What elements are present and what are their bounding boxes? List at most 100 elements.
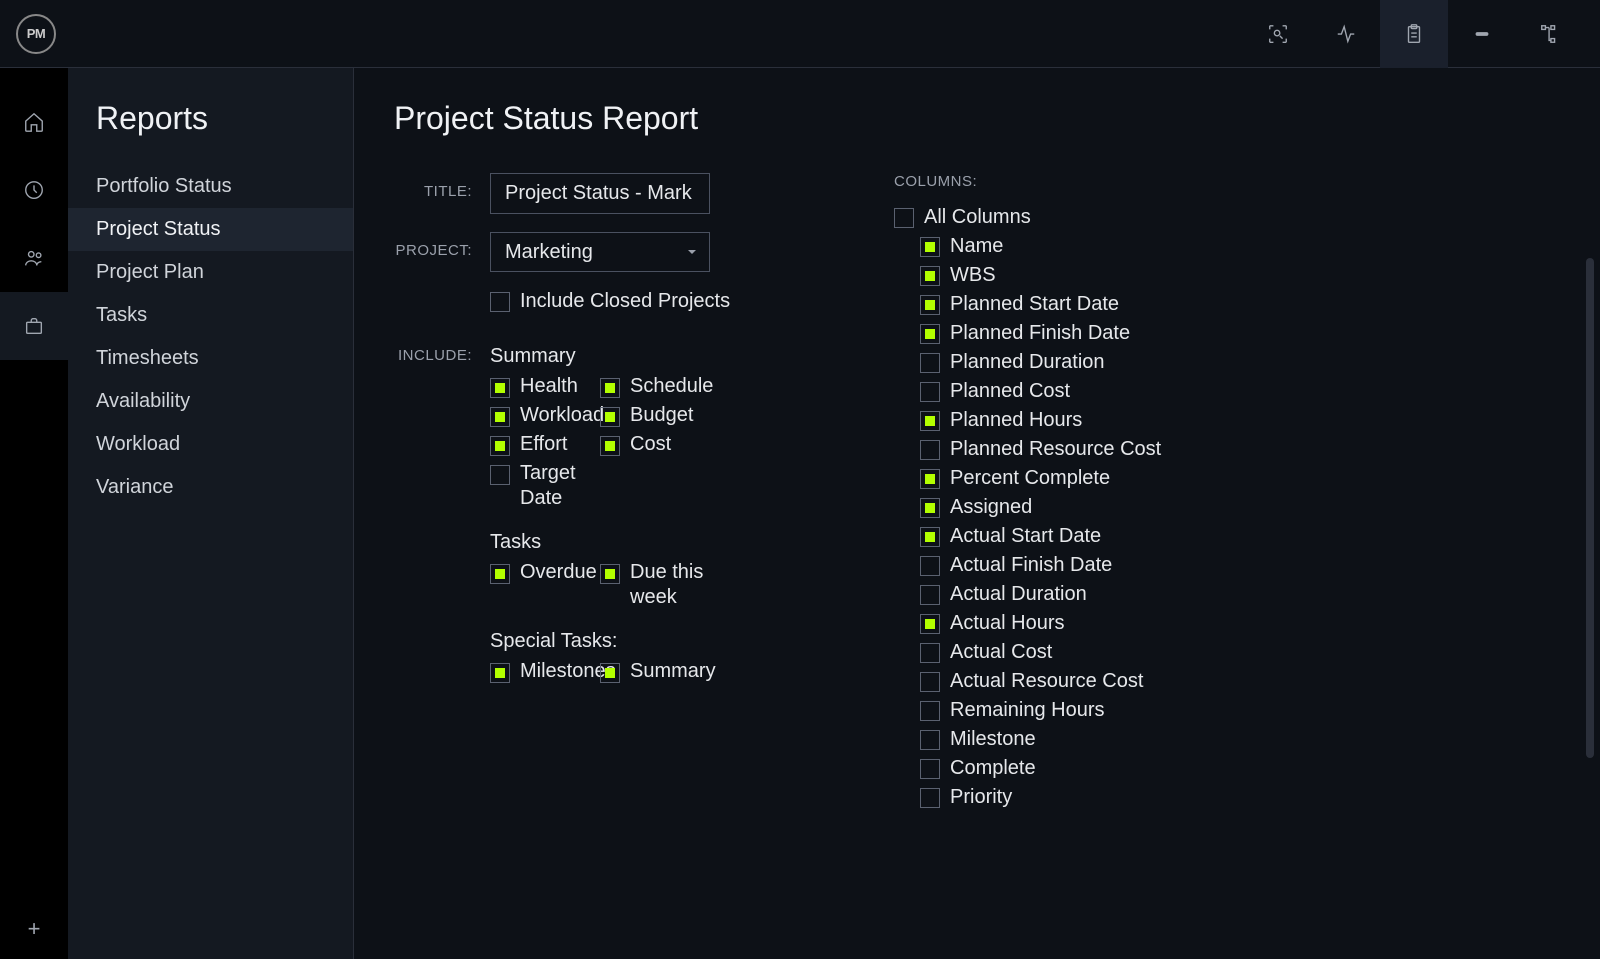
column-row[interactable]: Planned Start Date (894, 293, 1560, 316)
sidebar-item[interactable]: Project Status (68, 208, 353, 251)
column-checkbox[interactable] (920, 266, 940, 286)
column-checkbox[interactable] (920, 498, 940, 518)
column-row[interactable]: Planned Duration (894, 351, 1560, 374)
column-row[interactable]: Actual Resource Cost (894, 670, 1560, 693)
column-label: Name (950, 235, 1003, 258)
sidebar-item[interactable]: Workload (68, 423, 353, 466)
column-checkbox[interactable] (920, 672, 940, 692)
column-checkbox[interactable] (920, 469, 940, 489)
column-label: Percent Complete (950, 467, 1110, 490)
column-checkbox[interactable] (920, 643, 940, 663)
special-item-row[interactable]: Summary (600, 659, 710, 684)
sidebar-item[interactable]: Portfolio Status (68, 165, 353, 208)
clipboard-icon[interactable] (1380, 0, 1448, 68)
summary-item-row[interactable]: Effort (490, 432, 600, 457)
project-select[interactable]: Marketing (490, 232, 710, 272)
search-zoom-icon[interactable] (1244, 0, 1312, 68)
column-checkbox[interactable] (920, 701, 940, 721)
column-row[interactable]: Actual Hours (894, 612, 1560, 635)
people-icon[interactable] (0, 224, 68, 292)
summary-item-checkbox[interactable] (490, 378, 510, 398)
column-checkbox[interactable] (920, 324, 940, 344)
sidebar-item[interactable]: Timesheets (68, 337, 353, 380)
column-row[interactable]: WBS (894, 264, 1560, 287)
summary-item-row[interactable]: Schedule (600, 374, 710, 399)
column-row[interactable]: Actual Cost (894, 641, 1560, 664)
column-checkbox[interactable] (920, 585, 940, 605)
summary-item-row[interactable]: Workload (490, 403, 600, 428)
special-item-row[interactable]: Milestones (490, 659, 600, 684)
include-closed-row[interactable]: Include Closed Projects (490, 290, 874, 313)
column-checkbox[interactable] (920, 788, 940, 808)
sidebar-item[interactable]: Variance (68, 466, 353, 509)
briefcase-icon[interactable] (0, 292, 68, 360)
column-checkbox[interactable] (920, 237, 940, 257)
all-columns-checkbox[interactable] (894, 208, 914, 228)
summary-item-row[interactable]: Budget (600, 403, 710, 428)
sidebar-item[interactable]: Availability (68, 380, 353, 423)
tasks-item-checkbox[interactable] (600, 564, 620, 584)
summary-item-label: Budget (630, 403, 693, 428)
column-row[interactable]: Complete (894, 757, 1560, 780)
summary-item-row[interactable]: Cost (600, 432, 710, 457)
activity-icon[interactable] (1312, 0, 1380, 68)
column-checkbox[interactable] (920, 353, 940, 373)
tasks-item-row[interactable]: Due this week (600, 560, 710, 610)
column-checkbox[interactable] (920, 295, 940, 315)
summary-item-row[interactable]: Target Date (490, 461, 600, 511)
column-label: Actual Hours (950, 612, 1065, 635)
tasks-item-checkbox[interactable] (490, 564, 510, 584)
column-row[interactable]: Actual Duration (894, 583, 1560, 606)
columns-label: COLUMNS: (894, 173, 1560, 190)
clock-icon[interactable] (0, 156, 68, 224)
column-checkbox[interactable] (920, 556, 940, 576)
summary-item-checkbox[interactable] (600, 436, 620, 456)
summary-item-row[interactable]: Health (490, 374, 600, 399)
column-row[interactable]: Name (894, 235, 1560, 258)
hierarchy-icon[interactable] (1516, 0, 1584, 68)
column-row[interactable]: Planned Hours (894, 409, 1560, 432)
title-input[interactable] (490, 173, 710, 214)
column-checkbox[interactable] (920, 411, 940, 431)
tasks-item-row[interactable]: Overdue (490, 560, 600, 610)
column-checkbox[interactable] (920, 759, 940, 779)
column-row[interactable]: Planned Resource Cost (894, 438, 1560, 461)
summary-item-checkbox[interactable] (490, 407, 510, 427)
column-row[interactable]: Percent Complete (894, 467, 1560, 490)
column-row[interactable]: Milestone (894, 728, 1560, 751)
content-area: Project Status Report TITLE: PROJECT: Ma… (354, 68, 1600, 959)
summary-item-label: Effort (520, 432, 567, 457)
column-row[interactable]: Assigned (894, 496, 1560, 519)
column-checkbox[interactable] (920, 527, 940, 547)
sidebar-item[interactable]: Tasks (68, 294, 353, 337)
summary-item-checkbox[interactable] (490, 436, 510, 456)
minus-icon[interactable] (1448, 0, 1516, 68)
sidebar-item[interactable]: Project Plan (68, 251, 353, 294)
home-icon[interactable] (0, 88, 68, 156)
column-row[interactable]: Actual Finish Date (894, 554, 1560, 577)
column-checkbox[interactable] (920, 730, 940, 750)
column-label: Actual Duration (950, 583, 1087, 606)
column-row[interactable]: Priority (894, 786, 1560, 809)
add-button[interactable]: + (0, 899, 68, 959)
special-heading: Special Tasks: (490, 630, 874, 653)
column-label: Assigned (950, 496, 1032, 519)
nav-rail: + (0, 68, 68, 959)
column-row[interactable]: Planned Finish Date (894, 322, 1560, 345)
include-closed-checkbox[interactable] (490, 292, 510, 312)
special-item-checkbox[interactable] (600, 663, 620, 683)
all-columns-row[interactable]: All Columns (894, 206, 1560, 229)
column-row[interactable]: Actual Start Date (894, 525, 1560, 548)
column-checkbox[interactable] (920, 382, 940, 402)
logo[interactable]: PM (16, 14, 56, 54)
column-label: WBS (950, 264, 996, 287)
summary-item-checkbox[interactable] (490, 465, 510, 485)
column-row[interactable]: Planned Cost (894, 380, 1560, 403)
summary-item-checkbox[interactable] (600, 407, 620, 427)
column-row[interactable]: Remaining Hours (894, 699, 1560, 722)
scrollbar[interactable] (1586, 258, 1594, 758)
column-checkbox[interactable] (920, 440, 940, 460)
column-checkbox[interactable] (920, 614, 940, 634)
special-item-checkbox[interactable] (490, 663, 510, 683)
summary-item-checkbox[interactable] (600, 378, 620, 398)
